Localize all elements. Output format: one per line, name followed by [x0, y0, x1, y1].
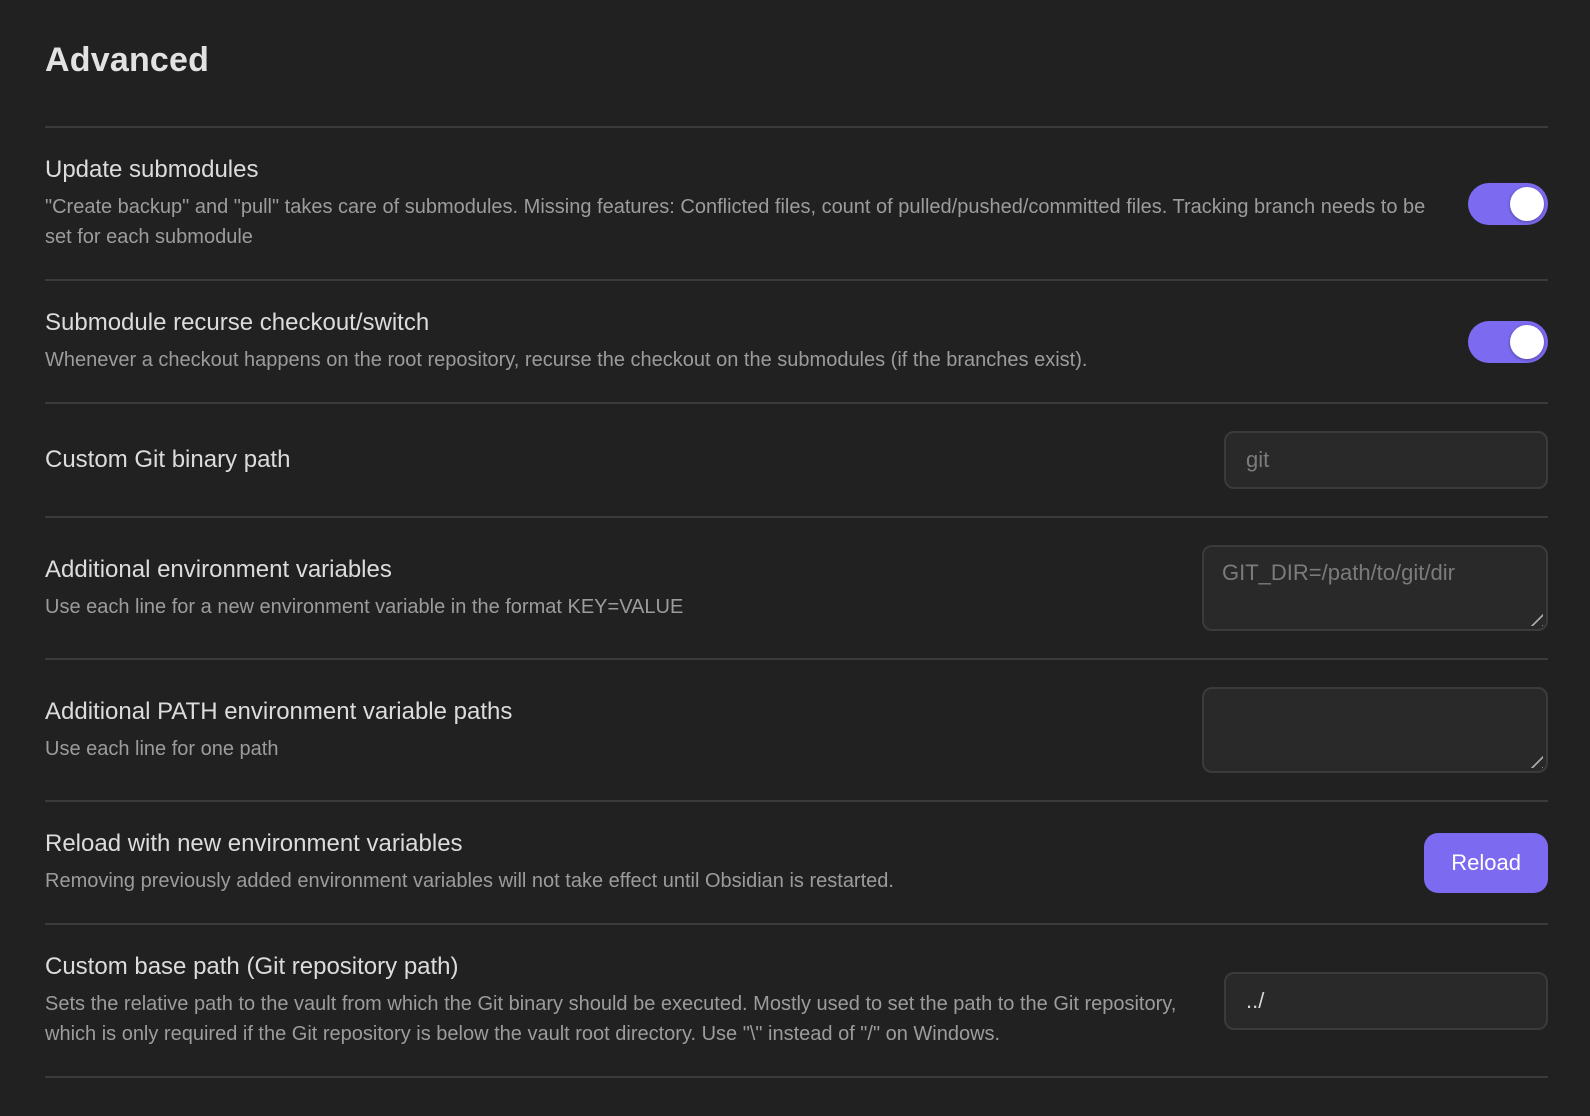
setting-control [1468, 321, 1548, 363]
setting-row-reload-env: Reload with new environment variables Re… [45, 800, 1548, 923]
toggle-knob-icon [1510, 187, 1544, 221]
setting-control [1224, 431, 1548, 489]
toggle-knob-icon [1510, 325, 1544, 359]
setting-control [1468, 183, 1548, 225]
setting-row-path-env-paths: Additional PATH environment variable pat… [45, 658, 1548, 800]
setting-row-custom-base-path: Custom base path (Git repository path) S… [45, 923, 1548, 1076]
setting-row-submodule-recurse: Submodule recurse checkout/switch Whenev… [45, 279, 1548, 402]
setting-row-update-submodules: Update submodules "Create backup" and "p… [45, 126, 1548, 279]
setting-description: Whenever a checkout happens on the root … [45, 345, 1428, 375]
setting-info: Submodule recurse checkout/switch Whenev… [45, 308, 1428, 375]
setting-description: "Create backup" and "pull" takes care of… [45, 192, 1428, 252]
setting-name: Update submodules [45, 155, 1428, 185]
setting-name: Additional PATH environment variable pat… [45, 697, 1162, 727]
reload-button[interactable]: Reload [1424, 833, 1548, 893]
setting-info: Reload with new environment variables Re… [45, 829, 1384, 896]
setting-info: Custom Git binary path [45, 445, 1184, 475]
setting-description: Use each line for one path [45, 734, 1162, 764]
env-variables-textarea[interactable] [1202, 545, 1548, 631]
git-binary-path-input[interactable] [1224, 431, 1548, 489]
setting-description: Removing previously added environment va… [45, 866, 1384, 896]
submodule-recurse-toggle[interactable] [1468, 321, 1548, 363]
setting-row-git-binary-path: Custom Git binary path [45, 402, 1548, 516]
update-submodules-toggle[interactable] [1468, 183, 1548, 225]
setting-control [1202, 687, 1548, 773]
setting-name: Reload with new environment variables [45, 829, 1384, 859]
setting-info: Update submodules "Create backup" and "p… [45, 155, 1428, 252]
custom-base-path-input[interactable] [1224, 972, 1548, 1030]
setting-control [1202, 545, 1548, 631]
setting-name: Custom Git binary path [45, 445, 1184, 475]
setting-name: Submodule recurse checkout/switch [45, 308, 1428, 338]
setting-name: Custom base path (Git repository path) [45, 952, 1184, 982]
setting-control: Reload [1424, 833, 1548, 893]
setting-description: Use each line for a new environment vari… [45, 592, 1162, 622]
path-env-paths-textarea[interactable] [1202, 687, 1548, 773]
setting-name: Additional environment variables [45, 555, 1162, 585]
setting-info: Additional PATH environment variable pat… [45, 697, 1162, 764]
textarea-wrapper [1202, 545, 1548, 631]
settings-panel: Advanced Update submodules "Create backu… [0, 0, 1590, 1078]
setting-row-env-variables: Additional environment variables Use eac… [45, 516, 1548, 658]
setting-description: Sets the relative path to the vault from… [45, 989, 1184, 1049]
bottom-divider [45, 1076, 1548, 1078]
setting-info: Additional environment variables Use eac… [45, 555, 1162, 622]
textarea-wrapper [1202, 687, 1548, 773]
setting-info: Custom base path (Git repository path) S… [45, 952, 1184, 1049]
setting-control [1224, 972, 1548, 1030]
page-title: Advanced [45, 38, 1548, 82]
